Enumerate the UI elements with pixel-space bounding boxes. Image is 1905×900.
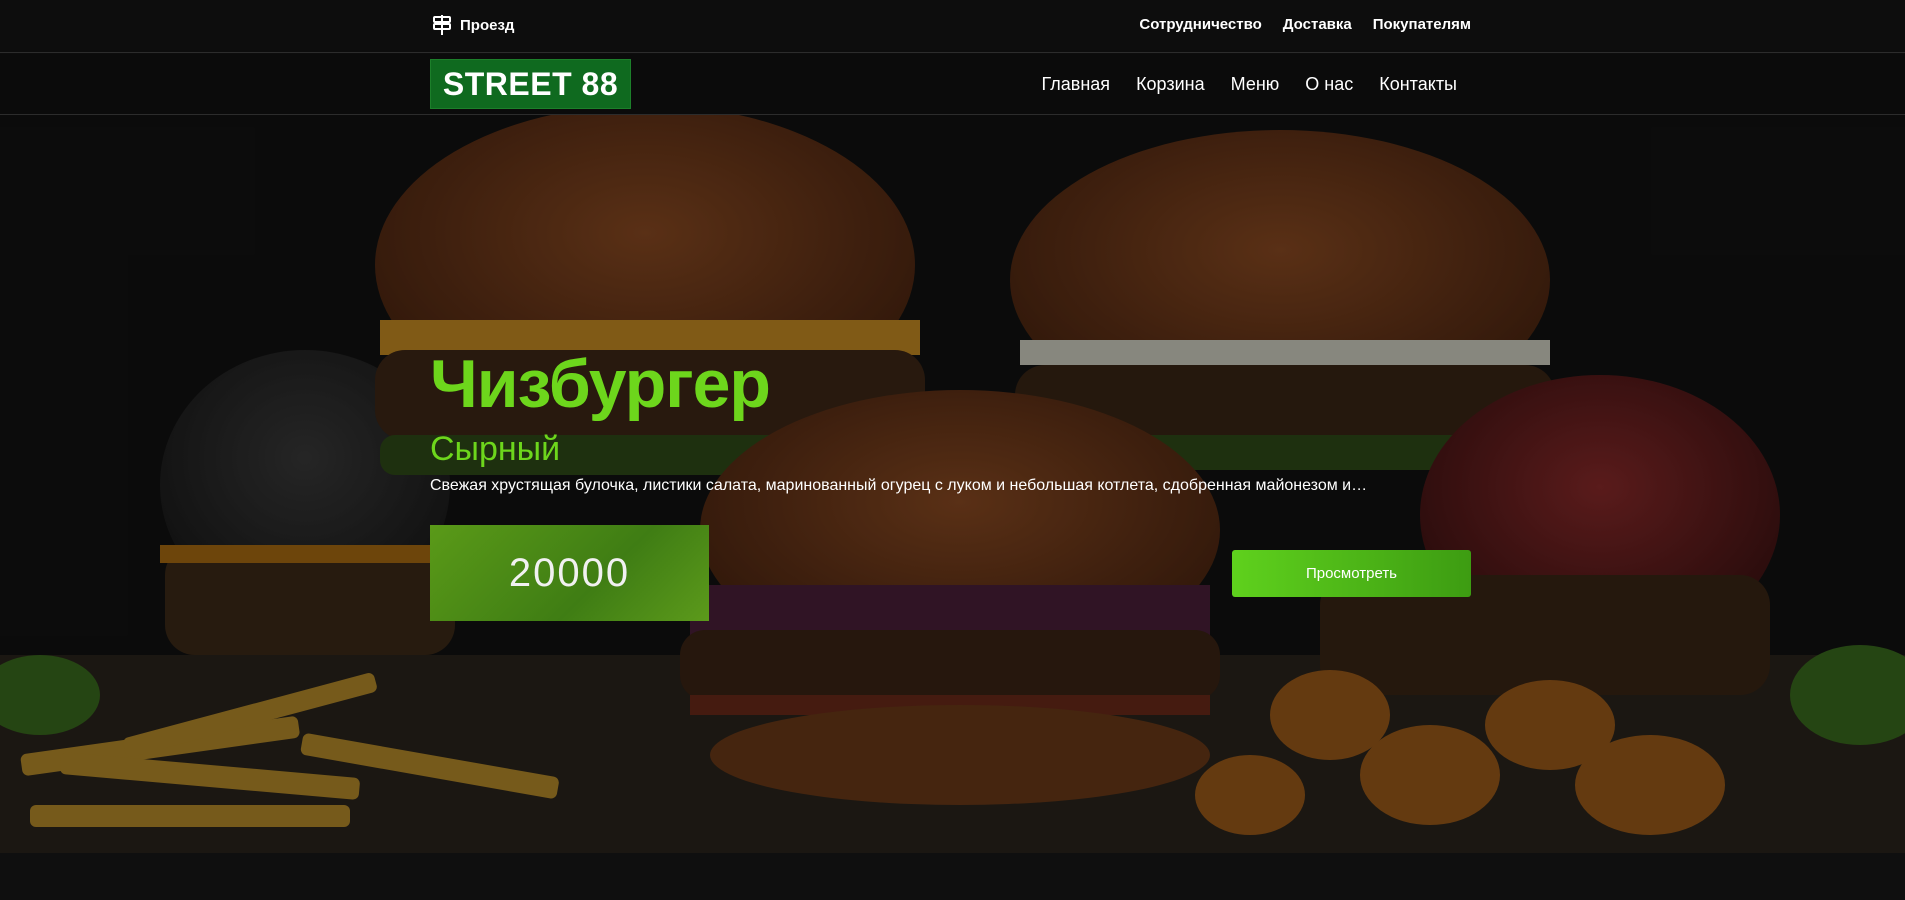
directions-link[interactable]: Проезд — [430, 13, 514, 37]
nav-menu[interactable]: Меню — [1231, 74, 1280, 95]
site-logo[interactable]: STREET 88 — [430, 59, 631, 109]
nav-contacts[interactable]: Контакты — [1379, 74, 1457, 95]
navbar-container: STREET 88 Главная Корзина Меню О нас Кон… — [430, 54, 1471, 115]
nav-about[interactable]: О нас — [1305, 74, 1353, 95]
bottom-strip — [0, 853, 1905, 900]
product-title: Чизбургер — [430, 346, 771, 422]
product-subtitle: Сырный — [430, 430, 561, 468]
top-bar-container: Проезд Сотрудничество Доставка Покупател… — [430, 0, 1471, 53]
signpost-icon — [433, 15, 451, 35]
toplink-cooperation[interactable]: Сотрудничество — [1139, 16, 1261, 33]
toplink-delivery[interactable]: Доставка — [1283, 16, 1352, 33]
directions-label: Проезд — [460, 16, 515, 34]
price-badge: 20000 — [430, 525, 709, 621]
top-links: Сотрудничество Доставка Покупателям — [1139, 16, 1471, 33]
main-nav: Главная Корзина Меню О нас Контакты — [1042, 74, 1457, 95]
main-navbar: STREET 88 Главная Корзина Меню О нас Кон… — [0, 54, 1905, 115]
view-button[interactable]: Просмотреть — [1232, 550, 1471, 597]
nav-cart[interactable]: Корзина — [1136, 74, 1205, 95]
nav-home[interactable]: Главная — [1042, 74, 1111, 95]
product-description: Свежая хрустящая булочка, листики салата… — [430, 477, 1368, 494]
hero-banner: Чизбургер Сырный Свежая хрустящая булочк… — [0, 115, 1905, 853]
top-bar: Проезд Сотрудничество Доставка Покупател… — [0, 0, 1905, 53]
toplink-customers[interactable]: Покупателям — [1373, 16, 1471, 33]
